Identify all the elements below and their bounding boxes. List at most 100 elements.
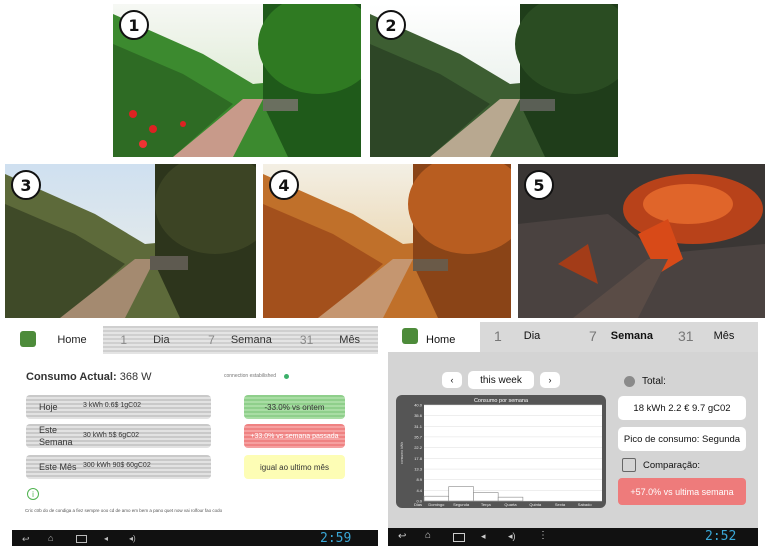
home-nav-icon[interactable]: ⌂: [48, 533, 53, 543]
tab-semana-label: Semana: [610, 330, 653, 342]
tab-semana[interactable]: 7 Semana: [200, 326, 280, 354]
x-axis-start-label: Dias: [414, 502, 422, 507]
tab-semana-label: Semana: [230, 334, 272, 346]
connection-status: connection estabilished: [224, 373, 289, 379]
back-nav-icon[interactable]: ↩: [398, 531, 406, 542]
y-tick-label: 4.4: [416, 488, 422, 493]
bar-domingo: [423, 495, 450, 502]
calendar-icon: 7: [208, 333, 215, 347]
tab-dia[interactable]: 1 Dia: [494, 328, 540, 344]
calendar-icon: 31: [678, 328, 694, 344]
recents-nav-icon[interactable]: [453, 533, 465, 542]
bar-terça: [473, 492, 499, 502]
volume-up-icon[interactable]: ◂): [508, 531, 516, 542]
photo-panel-1: 1: [113, 4, 361, 157]
x-tick-label: Quinta: [529, 502, 542, 507]
photo-panel-4: 4: [263, 164, 511, 318]
comparison-month-text: igual ao ultimo mês: [260, 462, 329, 472]
tab-dia[interactable]: 1 Dia: [110, 326, 180, 354]
row-label: Este Semana: [39, 425, 73, 447]
tab-home-label: Home: [426, 334, 456, 346]
x-tick-label: Terça: [481, 502, 492, 507]
tab-mes-label: Mês: [713, 330, 735, 342]
landscape-image-4: [263, 164, 511, 318]
tab-mes[interactable]: 31 Mês: [290, 326, 370, 354]
calendar-icon: 1: [494, 328, 502, 344]
right-system-bar: [388, 528, 758, 546]
y-tick-label: 26.7: [414, 434, 423, 439]
panel-number-badge: 3: [11, 170, 41, 200]
status-clock: 2:52: [705, 529, 737, 544]
connection-status-text: connection estabilished: [224, 373, 276, 379]
comparison-day-text: -33.0% vs ontem: [264, 402, 325, 412]
current-consumption: Consumo Actual: 368 W: [26, 371, 152, 383]
tab-home[interactable]: Home: [426, 330, 455, 348]
weekly-consumption-chart: Consumo por semana consumo kWh 40.0 35.6 3…: [396, 395, 606, 508]
tab-dia-label: Dia: [523, 330, 541, 342]
comparison-label: Comparação:: [643, 460, 701, 471]
x-tick-label: Quarta: [504, 502, 517, 507]
app-logo-icon: [20, 331, 36, 347]
comparison-week-text: +33.0% vs semana passada: [250, 432, 339, 440]
menu-icon[interactable]: ⋮: [538, 530, 548, 541]
calendar-icon: 31: [299, 333, 314, 347]
comparison-day: -33.0% vs ontem: [244, 395, 345, 419]
row-label: Este Mês: [39, 462, 77, 472]
y-tick-label: 22.2: [414, 445, 423, 450]
back-nav-icon[interactable]: ↩: [22, 534, 30, 545]
photo-panel-3: 3: [5, 164, 256, 318]
x-tick-label: Sabado: [578, 502, 593, 507]
landscape-image-3: [5, 164, 256, 318]
x-tick-label: Segunda: [453, 502, 470, 507]
y-axis-label: consumo kWh: [400, 442, 404, 464]
consumption-label: Consumo Actual:: [26, 371, 117, 383]
y-tick-label: 40.0: [414, 403, 423, 408]
photo-panel-2: 2: [370, 4, 618, 157]
landscape-image-2: [370, 4, 618, 157]
prev-week-button[interactable]: ‹: [442, 372, 462, 388]
comparison-value: +57.0% vs ultima semana: [618, 478, 746, 505]
y-tick-label: 13.3: [414, 467, 423, 472]
tab-mes[interactable]: 31 Mês: [678, 328, 734, 344]
total-label: Total:: [642, 376, 666, 387]
landscape-image-5: [518, 164, 765, 318]
comparison-week: +33.0% vs semana passada: [244, 424, 345, 448]
y-tick-label: 35.6: [414, 413, 423, 418]
app-logo-icon: [402, 328, 418, 344]
peak-consumption: Pico de consumo: Segunda: [618, 427, 746, 451]
bar-segunda: [448, 486, 474, 502]
panel-number-badge: 5: [524, 170, 554, 200]
tab-mes-label: Mês: [339, 334, 361, 346]
calendar-icon: 1: [120, 333, 128, 347]
comparison-icon: [622, 458, 636, 472]
tab-home-label: Home: [57, 334, 87, 346]
x-tick-label: Domingo: [428, 502, 445, 507]
home-nav-icon[interactable]: ⌂: [425, 530, 431, 541]
row-value: 30 kWh 5$ 6gC02: [83, 432, 140, 439]
next-week-button[interactable]: ›: [540, 372, 560, 388]
volume-up-icon[interactable]: ◂): [129, 534, 136, 543]
calendar-icon: 7: [589, 328, 597, 344]
x-tick-label: Sexta: [555, 502, 566, 507]
volume-down-icon[interactable]: ◂: [481, 531, 486, 542]
row-label: Hoje: [39, 402, 58, 412]
row-value: 300 kWh 90$ 60gC02: [83, 462, 151, 469]
weekly-chart: Consumo por semana consumo kWh 40.0 35.6 3…: [396, 395, 606, 508]
info-icon[interactable]: i: [27, 488, 39, 500]
connection-dot-icon: [283, 373, 289, 379]
volume-down-icon[interactable]: ◂: [104, 534, 108, 543]
tab-home[interactable]: Home: [48, 326, 96, 354]
tab-dia-label: Dia: [153, 334, 170, 346]
panel-number-badge: 2: [376, 10, 406, 40]
comparison-month: igual ao ultimo mês: [244, 455, 345, 479]
energy-tip-text: Cric ctrb do de condiga a fiez sempre oo…: [25, 508, 223, 513]
y-tick-label: 8.9: [416, 477, 422, 482]
panel-number-badge: 4: [269, 170, 299, 200]
tab-semana[interactable]: 7 Semana: [589, 328, 653, 344]
total-value: 18 kWh 2.2 € 9.7 gC02: [618, 396, 746, 420]
recents-nav-icon[interactable]: [76, 535, 87, 543]
y-tick-label: 31.1: [414, 424, 423, 429]
consumption-value: 368 W: [119, 371, 152, 383]
week-label: this week: [468, 371, 534, 389]
row-value: 3 kWh 0.6$ 1gC02: [83, 402, 141, 409]
